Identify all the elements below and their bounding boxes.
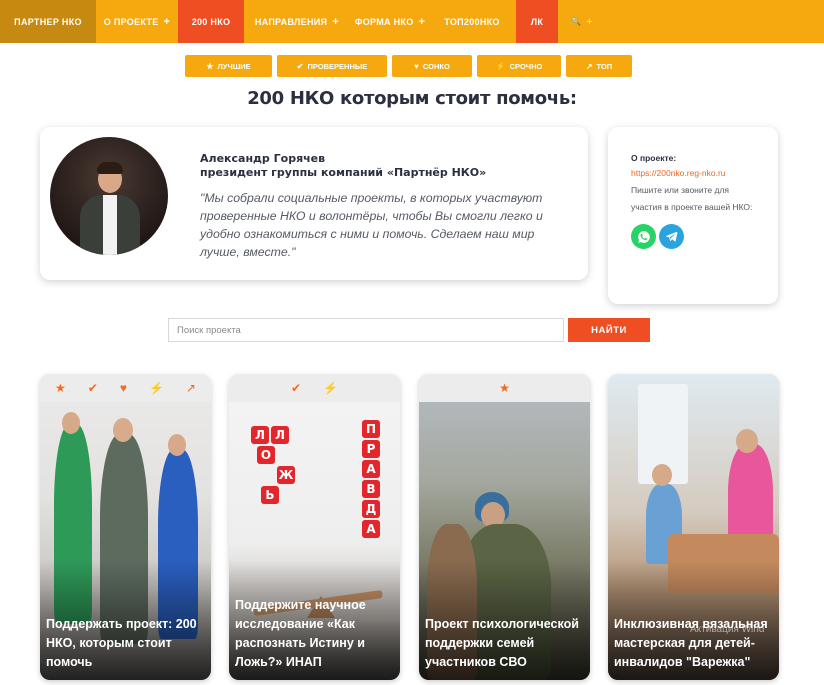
nav-directions-label: НАПРАВЛЕНИЯ <box>254 16 328 27</box>
search-icon: 🔍 <box>571 17 582 26</box>
search-button[interactable]: НАЙТИ <box>568 318 650 342</box>
whatsapp-icon[interactable] <box>631 224 656 249</box>
nav-top-label: ТОП200НКО <box>444 16 500 27</box>
author-name: Александр Горячев <box>200 152 326 165</box>
check-circle-icon: ✔ <box>296 61 304 71</box>
nav-item-top200[interactable]: ТОП200НКО <box>430 0 514 43</box>
about-text: Пишите или звоните для участия в проекте… <box>631 185 753 212</box>
filter-label: СРОЧНО <box>509 61 543 71</box>
president-quote-card: Александр Горячев президент группы компа… <box>40 127 588 280</box>
quote-text: "Мы собрали социальные проекты, в которы… <box>200 191 543 259</box>
letter-block: Ь <box>261 486 279 504</box>
nav-item-200nko[interactable]: 200 НКО <box>178 0 244 43</box>
trending-icon: ↗ <box>185 381 196 395</box>
about-title: О проекте: <box>631 153 677 163</box>
filter-bar: ★ ЛУЧШИЕ ✔ ПРОВЕРЕННЫЕ ♥ СОНКО ⚡ СРОЧНО ↗ ТОП <box>185 55 632 77</box>
lightning-icon: ⚡ <box>148 381 164 395</box>
telegram-icon[interactable] <box>659 224 684 249</box>
nav-brand[interactable]: ПАРТНЕР НКО <box>0 0 96 43</box>
top-nav: ПАРТНЕР НКО О ПРОЕКТЕ + 200 НКО НАПРАВЛЕН… <box>0 0 824 43</box>
card-title: Проект психологической поддержки семей у… <box>425 617 579 669</box>
nav-search-button[interactable]: 🔍 + <box>558 0 606 43</box>
card-category-icons: ★ ✔ ♥ ⚡ ↗ <box>40 374 211 402</box>
filter-top-button[interactable]: ↗ ТОП <box>566 55 632 77</box>
nav-item-form[interactable]: ФОРМА НКО + <box>350 0 430 43</box>
card-category-icons: ★ <box>419 374 590 402</box>
filter-label: ЛУЧШИЕ <box>217 61 251 71</box>
nav-lk-label: ЛК <box>530 16 544 27</box>
nav-item-directions[interactable]: НАПРАВЛЕНИЯ + <box>244 0 350 43</box>
about-project-card: О проекте: https://200nko.reg-nko.ru Пиш… <box>608 127 778 304</box>
filter-best-button[interactable]: ★ ЛУЧШИЕ <box>185 55 272 77</box>
card-title: Поддержите научное исследование «Как рас… <box>235 598 366 669</box>
letter-block: П <box>362 420 380 438</box>
lightning-icon: ⚡ <box>323 381 338 395</box>
nav-200nko-label: 200 НКО <box>191 16 231 27</box>
filter-sonko-button[interactable]: ♥ СОНКО <box>392 55 472 77</box>
card-category-icons: ✔ ⚡ <box>229 374 400 402</box>
quote-author: Александр Горячев президент группы компа… <box>200 152 486 180</box>
avatar <box>50 137 168 255</box>
search-input[interactable] <box>168 318 564 342</box>
os-activation-watermark: Активация Wind <box>690 624 765 635</box>
star-icon: ★ <box>206 61 214 71</box>
plus-icon: + <box>418 15 426 28</box>
project-card[interactable]: Л Л О Ж Ь П Р А В Д А ✔ ⚡ Поддержите нау… <box>229 374 400 680</box>
filter-verified-button[interactable]: ✔ ПРОВЕРЕННЫЕ <box>277 55 387 77</box>
card-title: Поддержать проект: 200 НКО, которым стои… <box>46 617 197 669</box>
check-circle-icon: ✔ <box>290 381 302 395</box>
filter-urgent-button[interactable]: ⚡ СРОЧНО <box>477 55 561 77</box>
heart-icon: ♥ <box>119 381 127 395</box>
project-card[interactable]: ★ Проект психологической поддержки семей… <box>419 374 590 680</box>
nav-item-lk[interactable]: ЛК <box>516 0 558 43</box>
lightning-icon: ⚡ <box>495 61 506 71</box>
letter-block: В <box>362 480 380 498</box>
letter-block: А <box>362 460 380 478</box>
nav-about-label: О ПРОЕКТЕ <box>103 16 159 27</box>
letter-block: Р <box>362 440 380 458</box>
social-buttons <box>631 224 778 249</box>
plus-icon: + <box>163 15 171 28</box>
author-position: президент группы компаний «Партнёр НКО» <box>200 166 487 179</box>
check-circle-icon: ✔ <box>87 381 98 395</box>
heart-icon: ♥ <box>414 61 419 71</box>
nav-form-label: ФОРМА НКО <box>354 16 414 27</box>
nav-item-about[interactable]: О ПРОЕКТЕ + <box>96 0 178 43</box>
letter-block: О <box>257 446 275 464</box>
filter-label: ПРОВЕРЕННЫЕ <box>307 61 368 71</box>
letter-block: А <box>362 520 380 538</box>
letter-block: Ж <box>277 466 295 484</box>
letter-block: Д <box>362 500 380 518</box>
letter-block: Л <box>271 426 289 444</box>
star-icon: ★ <box>499 381 510 395</box>
trending-icon: ↗ <box>585 61 593 71</box>
filter-label: ТОП <box>596 61 613 71</box>
page-title: 200 НКО которым стоит помочь: <box>247 88 577 109</box>
filter-label: СОНКО <box>422 61 450 71</box>
plus-icon: + <box>332 15 340 28</box>
letter-block: Л <box>251 426 269 444</box>
nav-brand-label: ПАРТНЕР НКО <box>14 16 82 27</box>
project-card[interactable]: ★ ✔ ♥ ⚡ ↗ Поддержать проект: 200 НКО, ко… <box>40 374 211 680</box>
star-icon: ★ <box>55 381 66 395</box>
project-link[interactable]: https://200nko.reg-nko.ru <box>631 168 778 178</box>
plus-icon: + <box>586 15 593 28</box>
